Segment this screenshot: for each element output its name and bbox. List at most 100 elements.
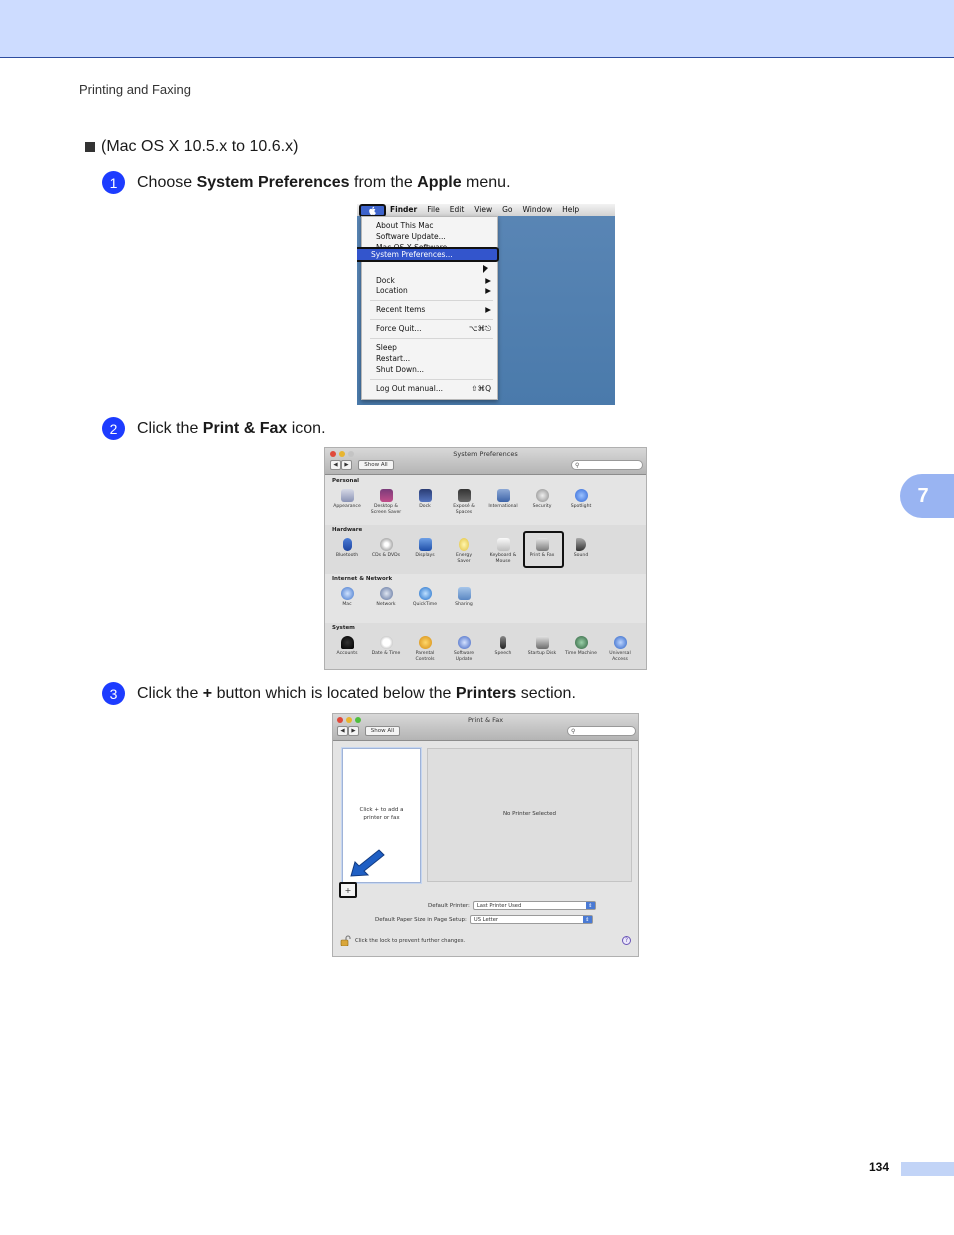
window-title: Print & Fax <box>467 716 504 724</box>
time-machine-icon <box>574 636 588 649</box>
pref-sharing[interactable]: Sharing <box>444 587 484 608</box>
menu-separator <box>370 379 493 380</box>
pref-mac[interactable]: Mac <box>327 587 367 608</box>
pref-desktop-screen-saver[interactable]: Desktop & Screen Saver <box>366 489 406 515</box>
search-input[interactable]: ⚲ <box>571 460 643 470</box>
running-head: Printing and Faxing <box>79 82 192 97</box>
menu-item-log-out[interactable]: Log Out manual... ⇧⌘Q <box>376 384 491 393</box>
menu-item-restart[interactable]: Restart... <box>376 354 491 363</box>
pref-universal-access[interactable]: Universal Access <box>600 636 640 662</box>
menu-item-software-update[interactable]: Software Update... <box>376 232 491 241</box>
menu-view[interactable]: View <box>474 205 492 214</box>
pref-network[interactable]: Network <box>366 587 406 608</box>
zoom-window-icon[interactable] <box>355 717 361 723</box>
pref-sound[interactable]: Sound <box>561 538 601 559</box>
menu-window[interactable]: Window <box>523 205 553 214</box>
pref-bluetooth[interactable]: Bluetooth <box>327 538 367 559</box>
section-title-system: System <box>332 625 355 631</box>
close-window-icon[interactable] <box>330 451 336 457</box>
step-number-1: 1 <box>102 171 125 194</box>
paper-size-select[interactable]: US Letter ⇕ <box>469 915 593 924</box>
page-number: 134 <box>869 1160 890 1174</box>
pref-spotlight[interactable]: Spotlight <box>561 489 601 510</box>
minimize-window-icon[interactable] <box>339 451 345 457</box>
lightbulb-icon <box>459 538 469 551</box>
keyboard-icon <box>496 538 510 551</box>
pref-energy-saver[interactable]: Energy Saver <box>444 538 484 564</box>
pref-dock[interactable]: Dock <box>405 489 445 510</box>
back-button[interactable]: ◀ <box>330 460 341 470</box>
bluetooth-icon <box>342 538 352 551</box>
speaker-icon <box>576 538 586 551</box>
menu-finder[interactable]: Finder <box>390 205 417 214</box>
displays-icon <box>418 538 432 551</box>
menu-item-sleep[interactable]: Sleep <box>376 343 491 352</box>
menu-item-recent-items[interactable]: Recent Items ▶ <box>376 305 491 314</box>
step-2: 2 Click the Print & Fax icon. <box>102 417 326 440</box>
printer-detail-pane: No Printer Selected <box>427 748 632 882</box>
bullet-text: (Mac OS X 10.5.x to 10.6.x) <box>101 138 299 155</box>
help-button[interactable]: ? <box>622 936 631 945</box>
forward-button[interactable]: ▶ <box>348 726 359 736</box>
menu-bar: Finder File Edit View Go Window Help <box>357 204 615 216</box>
section-title-personal: Personal <box>332 478 360 484</box>
bullet-square-icon <box>85 142 95 152</box>
menu-go[interactable]: Go <box>502 205 512 214</box>
menu-item-system-preferences[interactable]: System Preferences... <box>357 247 499 262</box>
menu-item-dock[interactable]: Dock ▶ <box>376 276 491 285</box>
show-all-button[interactable]: Show All <box>358 460 394 470</box>
section-hardware: Hardware Bluetooth CDs & DVDs Displays E… <box>325 525 646 574</box>
quicktime-icon <box>418 587 432 600</box>
pref-accounts[interactable]: Accounts <box>327 636 367 657</box>
pref-international[interactable]: International <box>483 489 523 510</box>
pref-time-machine[interactable]: Time Machine <box>561 636 601 657</box>
pref-keyboard-mouse[interactable]: Keyboard & Mouse <box>483 538 523 564</box>
minimize-window-icon[interactable] <box>346 717 352 723</box>
menu-item-force-quit[interactable]: Force Quit... ⌥⌘⎋ <box>376 324 491 334</box>
pref-security[interactable]: Security <box>522 489 562 510</box>
section-title-hardware: Hardware <box>332 527 363 533</box>
menu-edit[interactable]: Edit <box>450 205 465 214</box>
apple-logo-icon <box>369 206 376 215</box>
pref-software-update[interactable]: Software Update <box>444 636 484 662</box>
chapter-tab[interactable]: 7 <box>900 474 954 518</box>
pref-quicktime[interactable]: QuickTime <box>405 587 445 608</box>
section-personal: Personal Appearance Desktop & Screen Sav… <box>325 476 646 525</box>
show-all-button[interactable]: Show All <box>365 726 400 736</box>
pref-expose-spaces[interactable]: Exposé & Spaces <box>444 489 484 515</box>
menu-separator <box>370 319 493 320</box>
menu-item-about[interactable]: About This Mac <box>376 221 491 230</box>
default-printer-select[interactable]: Last Printer Used ⇕ <box>472 901 596 910</box>
close-window-icon[interactable] <box>337 717 343 723</box>
menu-separator <box>370 338 493 339</box>
page-number-bar <box>901 1162 954 1176</box>
appearance-icon <box>340 489 354 502</box>
dock-icon <box>418 489 432 502</box>
step-2-text: Click the Print & Fax icon. <box>137 419 326 437</box>
pref-date-time[interactable]: Date & Time <box>366 636 406 657</box>
blue-arrow-icon <box>350 849 385 877</box>
step-1: 1 Choose System Preferences from the App… <box>102 171 511 194</box>
software-update-icon <box>457 636 471 649</box>
menu-item-shut-down[interactable]: Shut Down... <box>376 365 491 374</box>
menu-file[interactable]: File <box>427 205 440 214</box>
search-input[interactable]: ⚲ <box>567 726 636 736</box>
desktop-icon <box>379 489 393 502</box>
pref-appearance[interactable]: Appearance <box>327 489 367 510</box>
pref-speech[interactable]: Speech <box>483 636 523 657</box>
forward-button[interactable]: ▶ <box>341 460 352 470</box>
pref-cds-dvds[interactable]: CDs & DVDs <box>366 538 406 559</box>
zoom-window-icon[interactable] <box>348 451 354 457</box>
pref-parental-controls[interactable]: Parental Controls <box>405 636 445 662</box>
paper-size-row: Default Paper Size in Page Setup: US Let… <box>375 915 593 924</box>
pref-startup-disk[interactable]: Startup Disk <box>522 636 562 657</box>
pref-displays[interactable]: Displays <box>405 538 445 559</box>
add-printer-button[interactable]: + <box>339 882 357 898</box>
back-button[interactable]: ◀ <box>337 726 348 736</box>
section-internet-network: Internet & Network Mac Network QuickTime… <box>325 574 646 623</box>
section-title-internet: Internet & Network <box>332 576 393 582</box>
submenu-arrow-icon: ▶ <box>485 286 491 295</box>
lock-icon[interactable] <box>340 935 351 946</box>
menu-item-location[interactable]: Location ▶ <box>376 286 491 295</box>
menu-help[interactable]: Help <box>562 205 579 214</box>
